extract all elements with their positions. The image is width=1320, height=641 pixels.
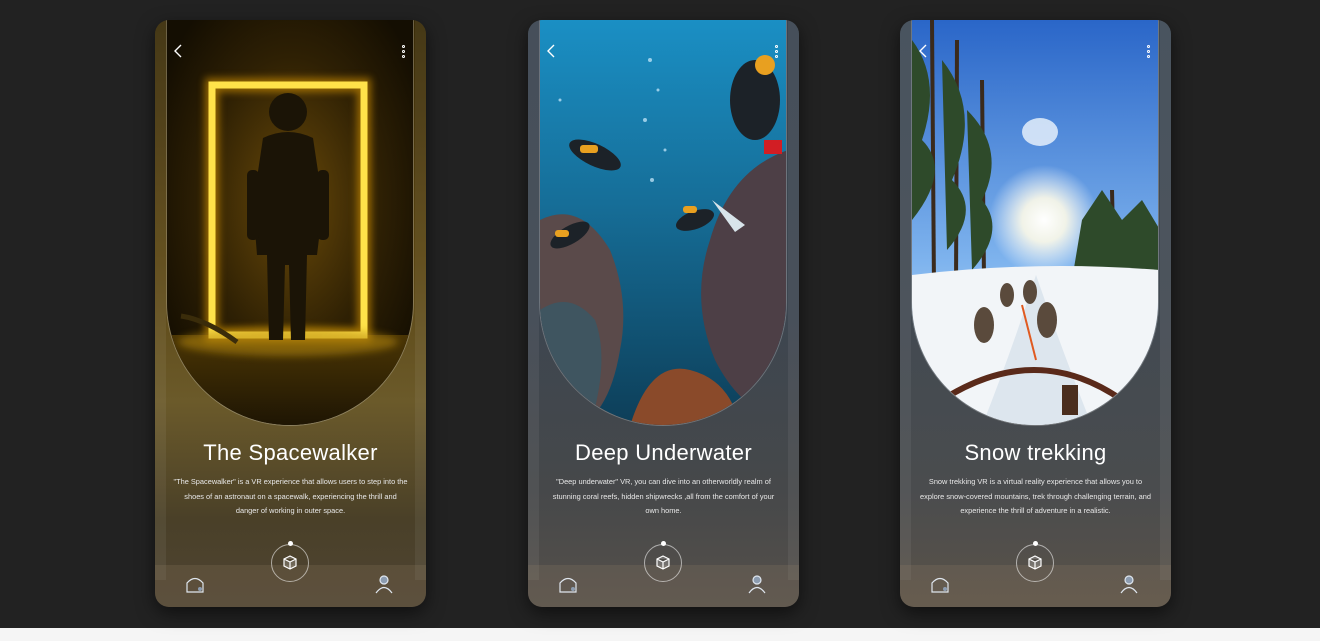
card-description: "The Spacewalker" is a VR experience tha… (173, 477, 408, 515)
hero-image-spacewalker (166, 20, 414, 426)
more-vertical-icon[interactable] (1140, 42, 1156, 60)
home-icon[interactable] (930, 574, 950, 594)
glass-edge (900, 20, 911, 580)
card-description: "Deep underwater" VR, you can dive into … (552, 477, 775, 515)
glass-edge (788, 20, 799, 580)
hero-image-underwater (539, 20, 787, 426)
card-title: Snow trekking (964, 440, 1107, 465)
card-description: Snow trekking VR is a virtual reality ex… (920, 477, 1151, 515)
more-vertical-icon[interactable] (768, 42, 784, 60)
indicator-dot (288, 541, 293, 546)
user-icon[interactable] (747, 574, 767, 594)
card-title: Deep Underwater (575, 440, 752, 465)
phone-card-underwater: Deep Underwater "Deep underwater" VR, yo… (528, 20, 799, 607)
glass-edge (155, 20, 166, 580)
vr-cube-button[interactable] (1016, 541, 1054, 582)
indicator-dot (661, 541, 666, 546)
chevron-left-icon[interactable] (915, 42, 931, 60)
glass-edge (1160, 20, 1171, 580)
hero-image-snow-trekking (911, 20, 1159, 426)
phone-card-snow-trekking: Snow trekking Snow trekking VR is a virt… (900, 20, 1171, 607)
phone-card-spacewalker: The Spacewalker "The Spacewalker" is a V… (155, 20, 426, 607)
chevron-left-icon[interactable] (170, 42, 186, 60)
chevron-left-icon[interactable] (543, 42, 559, 60)
user-icon[interactable] (374, 574, 394, 594)
card-title: The Spacewalker (203, 440, 378, 465)
indicator-dot (1033, 541, 1038, 546)
home-icon[interactable] (558, 574, 578, 594)
glass-edge (528, 20, 539, 580)
cube-icon (656, 555, 670, 570)
user-icon[interactable] (1119, 574, 1139, 594)
page-footer-strip (0, 628, 1320, 641)
cube-icon (283, 555, 297, 570)
glass-edge (415, 20, 426, 580)
cube-icon (1028, 555, 1042, 570)
vr-cube-button[interactable] (644, 541, 682, 582)
more-vertical-icon[interactable] (395, 42, 411, 60)
home-icon[interactable] (185, 574, 205, 594)
vr-cube-button[interactable] (271, 541, 309, 582)
